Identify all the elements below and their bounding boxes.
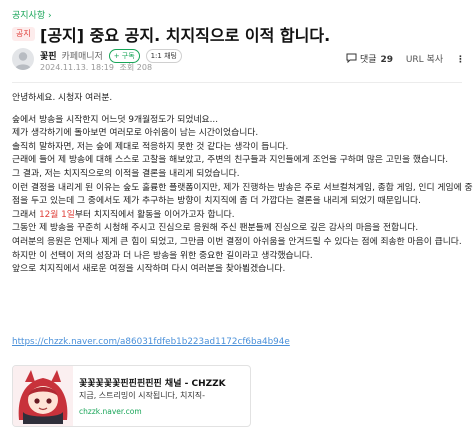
body-line: 숲에서 방송을 시작한지 어느덧 9개월정도가 되었네요...: [12, 114, 219, 125]
body-line: 점을 두고 있는데 그 중에서도 제가 추구하는 방향이 치지직에 좀 더 가깝…: [12, 196, 421, 207]
more-options-icon[interactable]: ⋮: [456, 55, 465, 65]
card-description: 지금, 스트리밍이 시작됩니다, 치지직-: [79, 391, 206, 400]
body-line: 안녕하세요. 시청자 여러분.: [12, 93, 113, 103]
card-host: chzzk.naver.com: [79, 407, 142, 416]
body-line: 이런 결정을 내리게 된 이유는 숲도 훌륭한 플랫폼이지만, 제가 진행하는 …: [12, 182, 473, 193]
comment-icon[interactable]: [346, 53, 357, 66]
body-line: 여러분의 응원은 언제나 제게 큰 힘이 되었고, 그만큼 이번 결정이 아쉬움…: [12, 236, 462, 247]
highlight-date: 12월 1일: [39, 209, 75, 220]
post-title: [공지] 중요 공지. 치지직으로 이적 합니다.: [40, 26, 331, 45]
header-divider: [12, 82, 462, 83]
body-text: 그래서: [12, 209, 40, 220]
body-line: 앞으로 치지직에서 새로운 여정을 시작하며 다시 여러분을 찾아뵙겠습니다.: [12, 264, 286, 275]
author-role: 카페매니저: [61, 52, 103, 62]
body-line: 솔직히 말하자면, 저는 숲에 제대로 적응하지 못한 것 같다는 생각이 듭니…: [12, 141, 289, 152]
comments-label[interactable]: 댓글: [360, 55, 377, 65]
post-tools: 댓글 29 URL 복사 ⋮: [346, 52, 465, 66]
view-count: 조회 208: [119, 63, 153, 72]
body-line: 그래서 12월 1일부터 치지직에서 활동을 이어가고자 합니다.: [12, 209, 464, 223]
body-line: 제가 생각하기에 돌아보면 여러모로 아쉬움이 남는 시간이었습니다.: [12, 128, 259, 139]
post-body: 안녕하세요. 시청자 여러분. 숲에서 방송을 시작한지 어느덧 9개월정도가 …: [12, 92, 473, 277]
follow-button[interactable]: + 구독: [108, 49, 140, 63]
author-line: 꽃핀 카페매니저 + 구독 1:1 채팅: [40, 49, 182, 63]
channel-link[interactable]: https://chzzk.naver.com/a86031fdfeb1b223…: [12, 337, 290, 347]
link-preview-card[interactable]: 꽃꽃꽃꽃꽃핀핀핀핀핀 채널 - CHZZK 지금, 스트리밍이 시작됩니다, 치…: [12, 365, 251, 427]
card-title: 꽃꽃꽃꽃꽃핀핀핀핀핀 채널 - CHZZK: [79, 379, 226, 389]
body-text: 부터 치지직에서 활동을 이어가고자 합니다.: [74, 209, 235, 220]
body-line: 근래에 들어 제 방송에 대해 스스로 고찰을 해보았고, 주변의 친구들과 지…: [12, 155, 449, 166]
author-nickname[interactable]: 꽃핀: [40, 52, 57, 62]
body-line: 하지만 이 선택이 저의 성장과 더 나은 방송을 위한 중요한 길이라고 생각…: [12, 250, 313, 261]
author-avatar[interactable]: [12, 48, 34, 70]
body-line: 그동안 제 방송을 꾸준히 시청해 주시고 진심으로 응원해 주신 팬분들께 진…: [12, 223, 419, 234]
anime-character-thumbnail-icon: [13, 366, 73, 426]
body-line: 그 결과, 저는 치지직으로의 이적을 결론을 내리게 되었습니다.: [12, 168, 240, 179]
post-date: 2024.11.13. 18:19: [40, 63, 114, 72]
comments-count[interactable]: 29: [380, 55, 393, 65]
board-link[interactable]: 공지사항: [12, 8, 52, 21]
post-meta: 2024.11.13. 18:19 조회 208: [40, 62, 152, 73]
default-avatar-icon: [14, 52, 32, 70]
url-copy-button[interactable]: URL 복사: [406, 55, 443, 65]
channel-thumbnail: [13, 366, 73, 426]
chat-button[interactable]: 1:1 채팅: [145, 49, 182, 63]
notice-badge: 공지: [12, 27, 35, 41]
